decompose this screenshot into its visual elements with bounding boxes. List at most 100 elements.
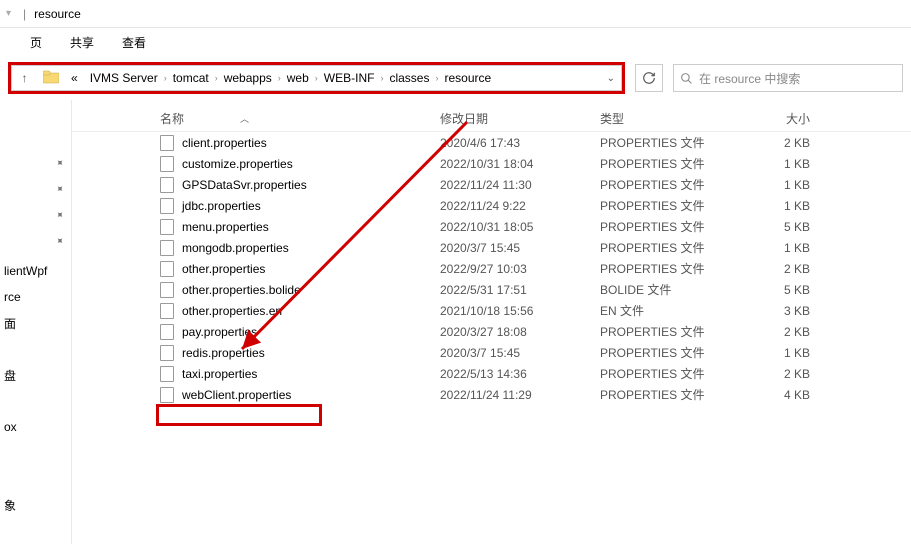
sidebar-item[interactable] [0, 388, 71, 414]
file-row[interactable]: customize.properties 2022/10/31 18:04PROP… [72, 153, 911, 174]
file-row[interactable]: other.properties 2022/9/27 10:03PROPERTIE… [72, 258, 911, 279]
column-name[interactable]: 名称 ︿ [160, 110, 440, 127]
file-size: 1 KB [750, 178, 810, 192]
file-row[interactable]: webClient.properties2022/11/24 11:29PROP… [72, 384, 911, 405]
file-name: taxi.properties [182, 367, 257, 381]
file-name: other.properties.en [182, 304, 282, 318]
file-type: PROPERTIES 文件 [600, 176, 750, 193]
file-type: PROPERTIES 文件 [600, 155, 750, 172]
file-type: PROPERTIES 文件 [600, 197, 750, 214]
breadcrumb-segment[interactable]: resource [438, 71, 497, 85]
column-date[interactable]: 修改日期 [440, 110, 600, 127]
file-date: 2022/9/27 10:03 [440, 262, 600, 276]
breadcrumb-segment[interactable]: webapps [218, 71, 278, 85]
file-list-panel: 名称 ︿ 修改日期 类型 大小 client.properties2020/4/… [72, 100, 911, 544]
breadcrumb-segment[interactable]: IVMS Server [84, 71, 164, 85]
column-size[interactable]: 大小 [750, 110, 810, 127]
file-icon [160, 345, 174, 361]
breadcrumb-overflow[interactable]: « [65, 71, 84, 85]
address-bar-highlight: ↑ «IVMS Server›tomcat›webapps›web›WEB-IN… [8, 62, 625, 94]
title-glyph: ▾ [6, 8, 11, 19]
sort-caret-icon: ︿ [240, 112, 249, 125]
menu-item-view[interactable]: 查看 [122, 34, 146, 51]
file-type: PROPERTIES 文件 [600, 260, 750, 277]
sidebar: ✦✦✦✦lientWpfrce面盘ox象 [0, 100, 72, 544]
file-icon [160, 261, 174, 277]
sidebar-item[interactable]: ✦ [0, 154, 71, 180]
refresh-button[interactable] [635, 64, 663, 92]
file-name: menu.properties [182, 220, 269, 234]
sidebar-item[interactable]: ✦ [0, 180, 71, 206]
file-date: 2020/3/27 18:08 [440, 325, 600, 339]
annotation-highlight-target-file [156, 404, 322, 426]
menu-item-prev[interactable]: 页 [30, 34, 42, 51]
file-row[interactable]: GPSDataSvr.properties 2022/11/24 11:30PRO… [72, 174, 911, 195]
file-row[interactable]: jdbc.properties2022/11/24 9:22PROPERTIES… [72, 195, 911, 216]
file-date: 2022/11/24 9:22 [440, 199, 600, 213]
pin-icon: ✦ [52, 183, 66, 197]
breadcrumb-segment[interactable]: tomcat [167, 71, 215, 85]
file-row[interactable]: other.properties.en2021/10/18 15:56EN 文件… [72, 300, 911, 321]
file-type: PROPERTIES 文件 [600, 323, 750, 340]
breadcrumb-segment[interactable]: WEB-INF [318, 71, 381, 85]
sidebar-item[interactable] [0, 336, 71, 362]
file-name: other.properties.bolide [182, 283, 301, 297]
file-row[interactable]: taxi.properties2022/5/13 14:36PROPERTIES… [72, 363, 911, 384]
file-icon [160, 219, 174, 235]
file-row[interactable]: mongodb.properties2020/3/7 15:45PROPERTI… [72, 237, 911, 258]
sidebar-item[interactable]: ox [0, 414, 71, 440]
file-size: 3 KB [750, 304, 810, 318]
file-date: 2022/5/31 17:51 [440, 283, 600, 297]
file-date: 2022/11/24 11:29 [440, 388, 600, 402]
sidebar-item[interactable]: lientWpf [0, 258, 71, 284]
file-icon [160, 282, 174, 298]
search-placeholder: 在 resource 中搜索 [699, 70, 800, 87]
breadcrumb-segment[interactable]: web [281, 71, 315, 85]
sidebar-item[interactable] [0, 466, 71, 492]
file-name: redis.properties [182, 346, 265, 360]
search-icon [680, 72, 693, 85]
sidebar-item-label: rce [4, 290, 21, 304]
file-row[interactable]: menu.properties2022/10/31 18:05PROPERTIE… [72, 216, 911, 237]
breadcrumb-segment[interactable]: classes [383, 71, 435, 85]
sidebar-item-label: 盘 [4, 367, 16, 384]
file-date: 2020/3/7 15:45 [440, 346, 600, 360]
file-row[interactable]: other.properties.bolide2022/5/31 17:51BO… [72, 279, 911, 300]
sidebar-item[interactable]: rce [0, 284, 71, 310]
column-type[interactable]: 类型 [600, 110, 750, 127]
sidebar-item[interactable] [0, 440, 71, 466]
sidebar-item[interactable]: 象 [0, 492, 71, 518]
file-name: GPSDataSvr.properties [182, 178, 307, 192]
sidebar-item[interactable]: 面 [0, 310, 71, 336]
file-name: mongodb.properties [182, 241, 289, 255]
file-type: PROPERTIES 文件 [600, 218, 750, 235]
file-date: 2022/10/31 18:04 [440, 157, 600, 171]
file-icon [160, 177, 174, 193]
file-icon [160, 135, 174, 151]
file-size: 2 KB [750, 262, 810, 276]
sidebar-item[interactable]: ✦ [0, 232, 71, 258]
search-box[interactable]: 在 resource 中搜索 [673, 64, 903, 92]
file-date: 2022/11/24 11:30 [440, 178, 600, 192]
menu-item-share[interactable]: 共享 [70, 34, 94, 51]
window-title: resource [34, 7, 81, 21]
address-dropdown-icon[interactable]: ⌄ [601, 73, 621, 84]
file-name: customize.properties [182, 157, 293, 171]
file-row[interactable]: pay.properties2020/3/27 18:08PROPERTIES … [72, 321, 911, 342]
file-size: 2 KB [750, 136, 810, 150]
file-name: other.properties [182, 262, 265, 276]
sidebar-item[interactable]: ✦ [0, 206, 71, 232]
file-size: 1 KB [750, 199, 810, 213]
sidebar-item[interactable]: 盘 [0, 362, 71, 388]
address-bar-row: ↑ «IVMS Server›tomcat›webapps›web›WEB-IN… [0, 56, 911, 100]
pin-icon: ✦ [52, 209, 66, 223]
file-row[interactable]: redis.properties2020/3/7 15:45PROPERTIES… [72, 342, 911, 363]
file-icon [160, 156, 174, 172]
breadcrumb-bar[interactable]: «IVMS Server›tomcat›webapps›web›WEB-INF›… [37, 65, 622, 91]
file-row[interactable]: client.properties2020/4/6 17:43PROPERTIE… [72, 132, 911, 153]
nav-up-button[interactable]: ↑ [11, 65, 37, 91]
file-size: 5 KB [750, 220, 810, 234]
title-separator: | [23, 7, 26, 21]
sidebar-item-label: 象 [4, 497, 16, 514]
file-date: 2020/4/6 17:43 [440, 136, 600, 150]
